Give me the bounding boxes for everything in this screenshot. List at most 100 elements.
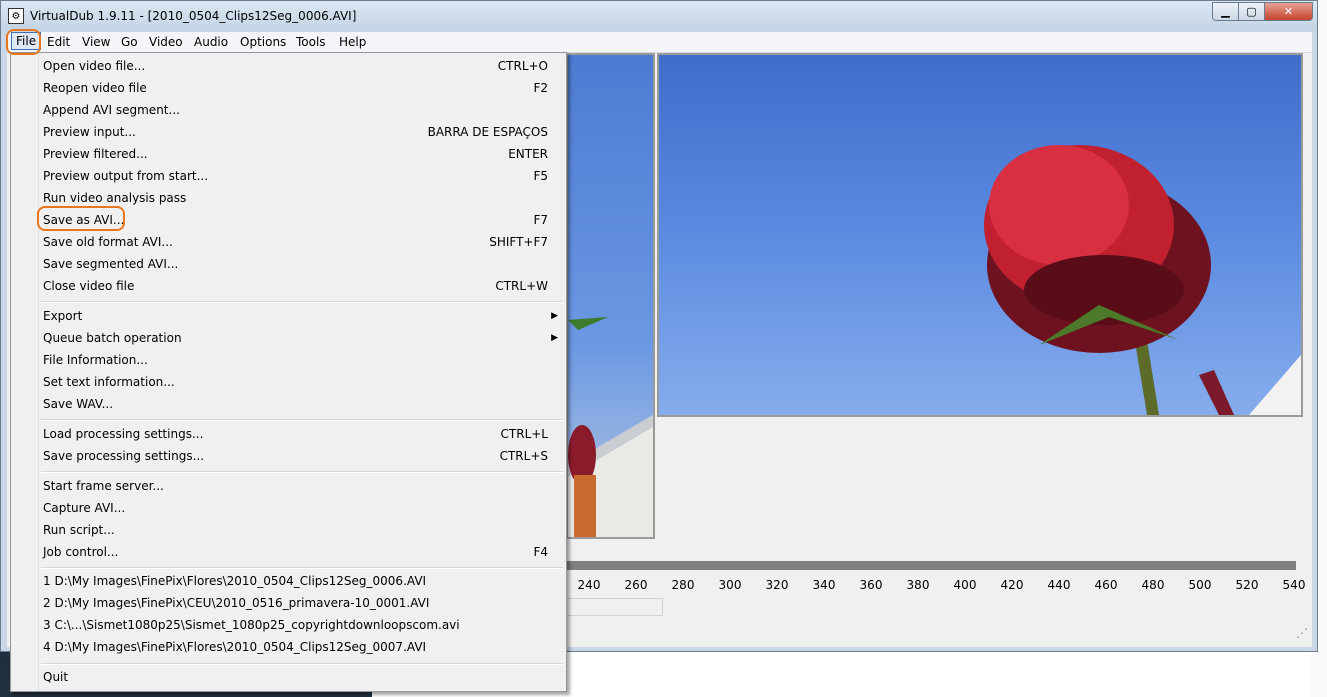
menu-item-label: Save processing settings... [43, 449, 205, 463]
input-video-image [568, 317, 653, 537]
menu-item-label: Run video analysis pass [43, 191, 187, 205]
menu-item-set-text-information[interactable]: Set text information... [43, 371, 548, 393]
menu-item-shortcut: F2 [533, 81, 548, 95]
menu-icon-gutter [11, 53, 39, 691]
minimize-button[interactable]: ▁ [1212, 2, 1239, 21]
output-video-pane [657, 53, 1303, 417]
menu-item-preview-output[interactable]: Preview output from start... F5 [43, 165, 548, 187]
menu-item-shortcut: BARRA DE ESPAÇOS [427, 125, 548, 139]
timeline-tick: 500 [1188, 578, 1212, 592]
close-button[interactable]: ✕ [1264, 2, 1313, 21]
menu-item-close-video-file[interactable]: Close video file CTRL+W [43, 275, 548, 297]
menu-item-capture-avi[interactable]: Capture AVI... [43, 497, 548, 519]
title-bar[interactable]: ⚙ VirtualDub 1.9.11 - [2010_0504_Clips12… [1, 1, 1317, 31]
timeline-tick: 460 [1094, 578, 1118, 592]
menu-item-label: Preview filtered... [43, 147, 148, 161]
timeline-track[interactable] [566, 561, 1296, 570]
submenu-arrow-icon: ▶ [551, 311, 558, 321]
menu-options[interactable]: Options [235, 34, 291, 50]
menu-item-label: Job control... [43, 545, 119, 559]
menu-item-save-old-format-avi[interactable]: Save old format AVI... SHIFT+F7 [43, 231, 548, 253]
menu-item-shortcut: F5 [533, 169, 548, 183]
output-video-image [984, 145, 1301, 415]
menu-item-save-processing-settings[interactable]: Save processing settings... CTRL+S [43, 445, 548, 467]
menu-item-label: Save segmented AVI... [43, 257, 179, 271]
menu-item-label: Append AVI segment... [43, 103, 180, 117]
menu-item-append-avi-segment[interactable]: Append AVI segment... [43, 99, 548, 121]
maximize-button[interactable]: ▢ [1238, 2, 1265, 21]
menu-item-shortcut: CTRL+L [500, 427, 548, 441]
menu-item-export[interactable]: Export ▶ [43, 305, 558, 327]
menu-item-shortcut: CTRL+S [499, 449, 548, 463]
timeline-tick: 440 [1047, 578, 1071, 592]
timeline-tick: 340 [812, 578, 836, 592]
menu-separator [41, 301, 563, 303]
menu-item-label: Load processing settings... [43, 427, 204, 441]
menu-item-save-wav[interactable]: Save WAV... [43, 393, 548, 415]
menu-item-shortcut: F7 [533, 213, 548, 227]
menu-item-label: Export [43, 309, 83, 323]
app-icon[interactable]: ⚙ [8, 8, 24, 24]
menu-audio[interactable]: Audio [189, 34, 233, 50]
menu-video[interactable]: Video [144, 34, 188, 50]
menu-item-preview-filtered[interactable]: Preview filtered... ENTER [43, 143, 548, 165]
menu-item-start-frame-server[interactable]: Start frame server... [43, 475, 548, 497]
menu-item-label: Save old format AVI... [43, 235, 173, 249]
menu-item-job-control[interactable]: Job control... F4 [43, 541, 548, 563]
menu-item-label: Preview output from start... [43, 169, 209, 183]
input-video-pane [566, 53, 655, 539]
menu-item-label: Run script... [43, 523, 115, 537]
window-title: VirtualDub 1.9.11 - [2010_0504_Clips12Se… [30, 9, 357, 23]
resize-grip[interactable]: ⋰ [1296, 626, 1308, 640]
timeline-tick: 360 [859, 578, 883, 592]
menu-item-shortcut: CTRL+O [497, 59, 548, 73]
menu-item-queue-batch-operation[interactable]: Queue batch operation ▶ [43, 327, 558, 349]
timeline-tick: 260 [624, 578, 648, 592]
menu-help[interactable]: Help [334, 34, 371, 50]
menu-item-reopen-video-file[interactable]: Reopen video file F2 [43, 77, 548, 99]
menu-item-open-video-file[interactable]: Open video file... CTRL+O [43, 55, 548, 77]
menu-view[interactable]: View [77, 34, 115, 50]
menu-item-recent-file-4[interactable]: 4 D:\My Images\FinePix\Flores\2010_0504_… [43, 636, 548, 658]
menu-item-preview-input[interactable]: Preview input... BARRA DE ESPAÇOS [43, 121, 548, 143]
menu-item-label: Set text information... [43, 375, 175, 389]
menu-item-label: 3 C:\...\Sismet1080p25\Sismet_1080p25_co… [43, 618, 460, 632]
timeline-tick: 240 [577, 578, 601, 592]
menu-item-label: Save WAV... [43, 397, 114, 411]
save-as-avi-highlight-ring [37, 206, 125, 231]
menu-item-label: Reopen video file [43, 81, 147, 95]
submenu-arrow-icon: ▶ [551, 333, 558, 343]
menu-edit[interactable]: Edit [42, 34, 75, 50]
menu-item-recent-file-3[interactable]: 3 C:\...\Sismet1080p25\Sismet_1080p25_co… [43, 614, 548, 636]
timeline-tick: 420 [1000, 578, 1024, 592]
menu-item-file-information[interactable]: File Information... [43, 349, 548, 371]
menu-item-recent-file-1[interactable]: 1 D:\My Images\FinePix\Flores\2010_0504_… [43, 570, 548, 592]
menu-item-label: Queue batch operation [43, 331, 182, 345]
menu-item-load-processing-settings[interactable]: Load processing settings... CTRL+L [43, 423, 548, 445]
menu-item-shortcut: CTRL+W [495, 279, 548, 293]
menu-item-label: Open video file... [43, 59, 146, 73]
menu-item-label: Capture AVI... [43, 501, 126, 515]
menu-item-run-script[interactable]: Run script... [43, 519, 548, 541]
menu-go[interactable]: Go [116, 34, 143, 50]
menu-separator [41, 567, 563, 569]
frame-status-field [566, 598, 663, 616]
timeline-tick: 520 [1235, 578, 1259, 592]
timeline-tick: 300 [718, 578, 742, 592]
menu-item-label: Preview input... [43, 125, 136, 139]
menu-item-quit[interactable]: Quit [43, 666, 548, 688]
menu-item-recent-file-2[interactable]: 2 D:\My Images\FinePix\CEU\2010_0516_pri… [43, 592, 548, 614]
menu-separator [41, 419, 563, 421]
file-menu-highlight-ring [6, 29, 41, 55]
timeline-tick: 280 [671, 578, 695, 592]
menu-item-label: File Information... [43, 353, 148, 367]
timeline-tick: 320 [765, 578, 789, 592]
menu-item-shortcut: F4 [533, 545, 548, 559]
timeline-tick: 540 [1282, 578, 1306, 592]
menu-item-label: Start frame server... [43, 479, 164, 493]
menu-bar: File Edit View Go Video Audio Options To… [7, 32, 1312, 53]
timeline-tick: 400 [953, 578, 977, 592]
menu-tools[interactable]: Tools [291, 34, 331, 50]
menu-item-label: 1 D:\My Images\FinePix\Flores\2010_0504_… [43, 574, 427, 588]
menu-item-save-segmented-avi[interactable]: Save segmented AVI... [43, 253, 548, 275]
